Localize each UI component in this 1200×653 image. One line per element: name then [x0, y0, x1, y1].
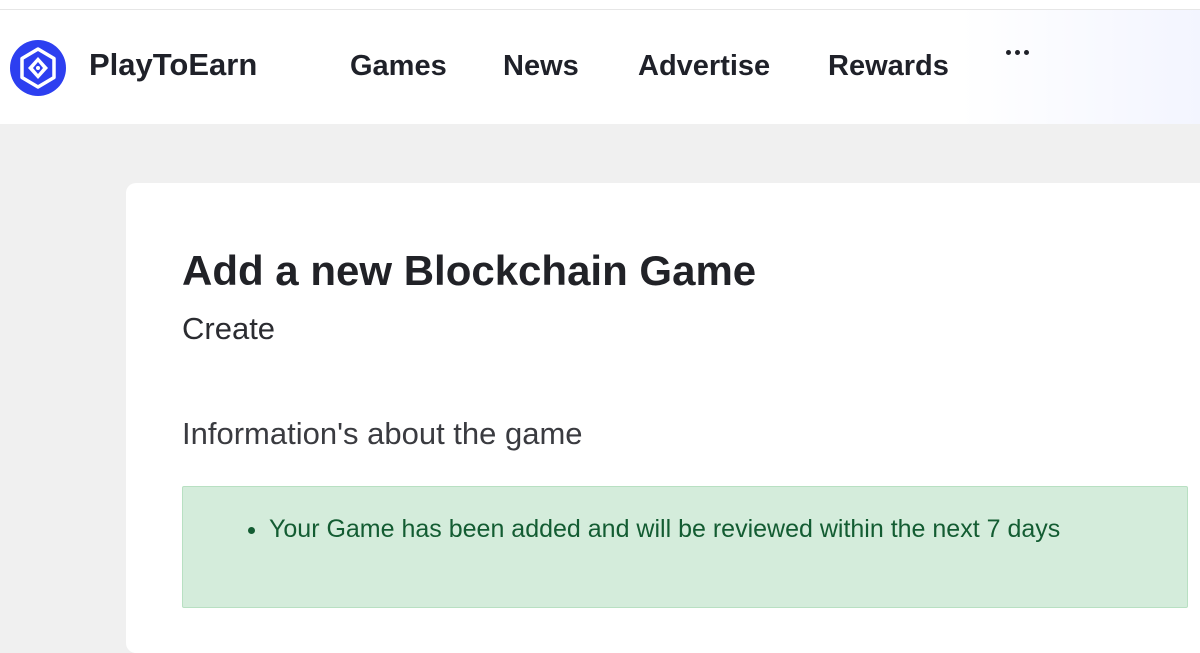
- success-alert: Your Game has been added and will be rev…: [182, 486, 1188, 608]
- nav-games[interactable]: Games: [350, 50, 447, 83]
- alert-message: Your Game has been added and will be rev…: [269, 509, 1109, 549]
- nav-news[interactable]: News: [503, 50, 579, 83]
- nav-advertise[interactable]: Advertise: [638, 50, 770, 83]
- brand-name[interactable]: PlayToEarn: [89, 47, 257, 83]
- section-heading: Information's about the game: [182, 416, 583, 451]
- nav-rewards[interactable]: Rewards: [828, 50, 949, 83]
- page-subtitle: Create: [182, 311, 276, 346]
- page-title: Add a new Blockchain Game: [182, 247, 757, 294]
- top-border: [0, 0, 1200, 10]
- ellipsis-icon[interactable]: [1004, 37, 1034, 67]
- alert-message-list: Your Game has been added and will be rev…: [269, 509, 1109, 549]
- brand-logo-icon[interactable]: [10, 40, 66, 96]
- site-header: PlayToEarn Games News Advertise Rewards: [0, 10, 1200, 124]
